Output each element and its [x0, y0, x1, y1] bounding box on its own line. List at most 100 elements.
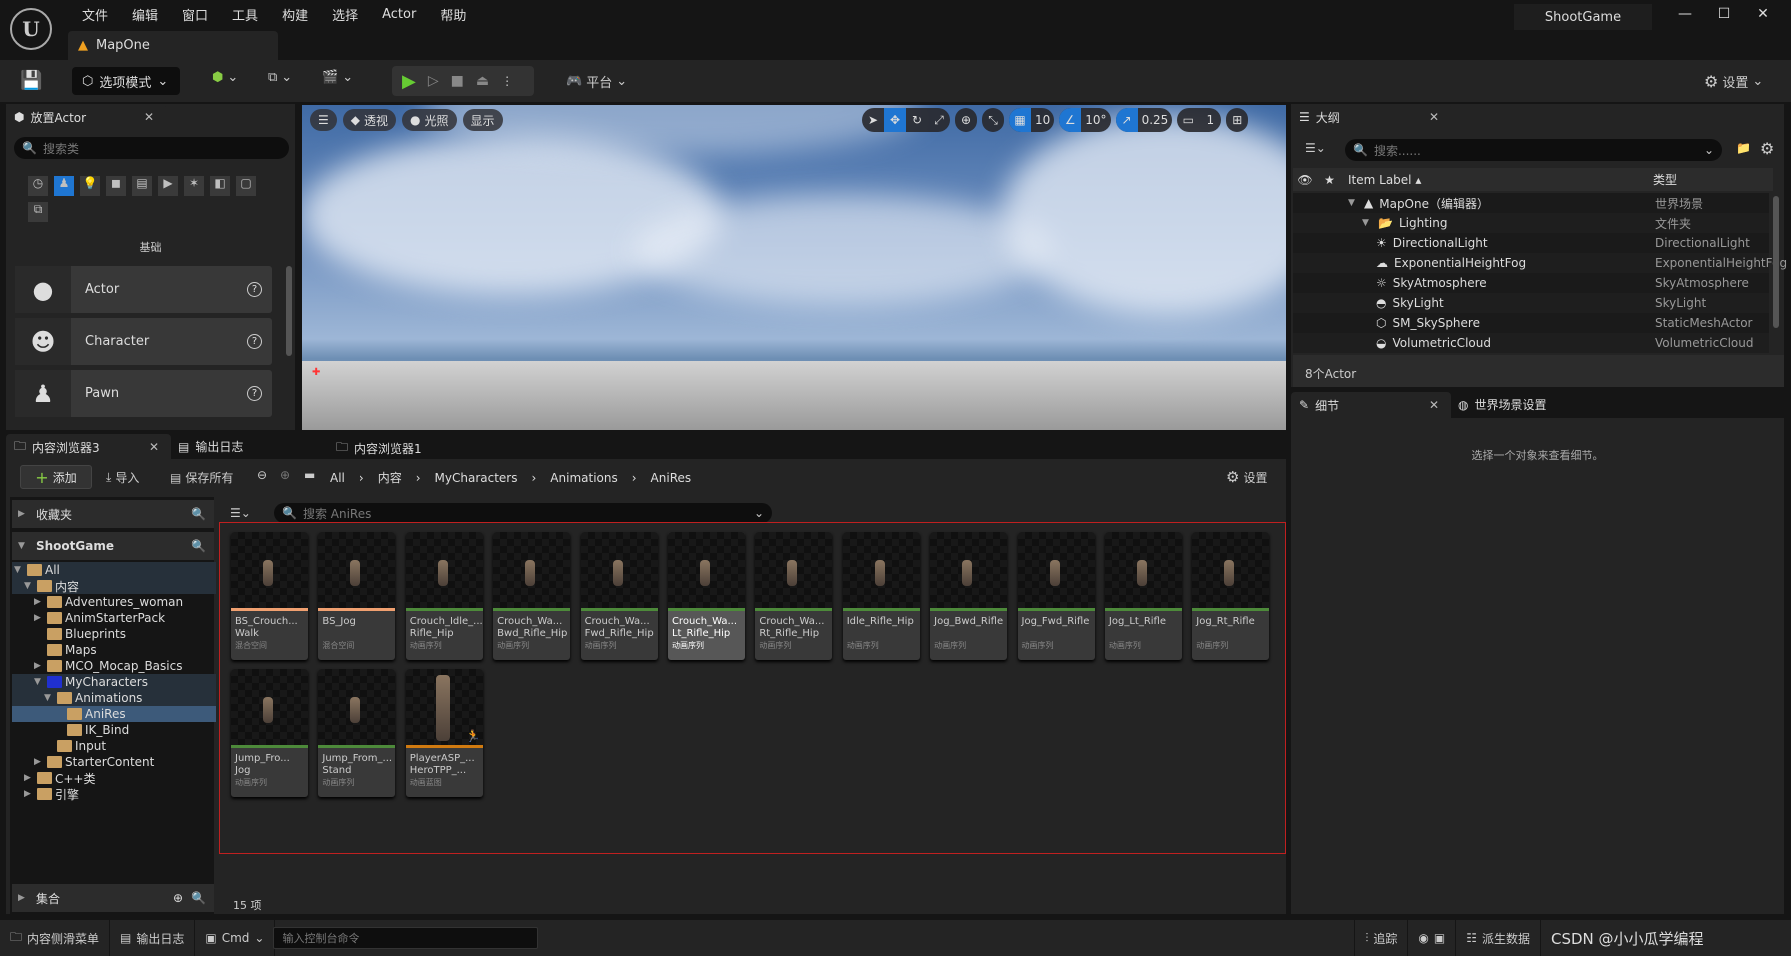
level-viewport[interactable]: ✚ ☰ ◆ 透视 ● 光照 显示 ➤ ✥ ↻ ⤢ ⊕ ⤡ ▦ 10 ∠ 10° ↗ 0.25 ▭…	[302, 105, 1286, 430]
asset-tile[interactable]: Idle_Rifle_Hip 动画序列	[842, 532, 920, 660]
column-type[interactable]: 类型	[1647, 171, 1677, 188]
expand-arrow-icon[interactable]: ▼	[44, 693, 54, 703]
star-icon[interactable]: ★	[1317, 173, 1342, 187]
move-icon[interactable]: ✥	[884, 108, 906, 132]
world-local-toggle[interactable]: ⊕	[955, 108, 977, 132]
close-icon[interactable]: ✕	[1429, 398, 1439, 412]
actor-item[interactable]: ● Actor?	[15, 266, 272, 313]
tree-folder-7[interactable]: ▼ MyCharacters	[12, 674, 216, 690]
stop-icon[interactable]: ■	[451, 73, 464, 89]
save-icon[interactable]: 💾	[20, 70, 42, 91]
tree-folder-6[interactable]: ▶ MCO_Mocap_Basics	[12, 658, 216, 674]
expand-arrow-icon[interactable]: ▶	[34, 757, 44, 767]
import-button[interactable]: ⤓ 导入	[106, 469, 139, 486]
tab-details[interactable]: ✎ 细节 ✕	[1291, 392, 1451, 418]
asset-tile[interactable]: Jog_Lt_Rifle 动画序列	[1104, 532, 1182, 660]
menu-item[interactable]: 构建	[270, 5, 320, 24]
expand-arrow-icon[interactable]: ▶	[24, 773, 34, 783]
outliner-row[interactable]: ▼ ▲ MapOne（编辑器） 世界场景	[1293, 193, 1769, 213]
shapes-icon[interactable]: ◼	[106, 176, 126, 196]
actor-item[interactable]: ♟ Pawn?	[15, 370, 272, 417]
visual-effects-icon[interactable]: ▶	[158, 176, 178, 196]
breadcrumb-item[interactable]: 内容	[378, 469, 402, 486]
content-drawer-button[interactable]: 🗀 内容侧滑菜单	[0, 920, 111, 956]
class-search-input[interactable]: 🔍 搜索类	[14, 137, 289, 159]
scrollbar[interactable]	[286, 266, 292, 356]
settings-button[interactable]: ⚙ 设置 ⌄	[1704, 72, 1763, 91]
unreal-logo[interactable]: U	[10, 8, 52, 50]
close-icon[interactable]: ✕	[1429, 110, 1439, 124]
collections-section[interactable]: ▶ 集合 ⊕ 🔍	[12, 884, 214, 912]
maximize-button[interactable]: ☐	[1711, 6, 1737, 22]
minimize-button[interactable]: —	[1672, 6, 1698, 22]
tab-content-browser-3[interactable]: 🗀 内容浏览器3 ✕	[6, 434, 171, 460]
asset-tile[interactable]: Jog_Bwd_Rifle 动画序列	[930, 532, 1008, 660]
menu-item[interactable]: Actor	[370, 7, 428, 22]
step-icon[interactable]: ▷	[428, 73, 439, 89]
tree-folder-10[interactable]: IK_Bind	[12, 722, 216, 738]
project-section[interactable]: ▼ ShootGame 🔍	[12, 532, 214, 560]
tab-world-settings[interactable]: ◍ 世界场景设置	[1458, 396, 1547, 413]
camera-speed[interactable]: ▭ 1	[1177, 108, 1222, 132]
expand-arrow-icon[interactable]: ▶	[34, 613, 44, 623]
column-item-label[interactable]: Item Label ▴	[1342, 173, 1647, 187]
menu-item[interactable]: 工具	[220, 5, 270, 24]
tab-mapone[interactable]: ▲ MapOne	[68, 31, 278, 60]
asset-tile[interactable]: Crouch_Wa... Rt_Rifle_Hip 动画序列	[755, 532, 833, 660]
tree-folder-0[interactable]: ▼ All	[12, 562, 216, 578]
menu-item[interactable]: 文件	[70, 5, 120, 24]
asset-tile[interactable]: Crouch_Wa... Fwd_Rifle_Hip 动画序列	[580, 532, 658, 660]
outliner-row[interactable]: ☼ SkyAtmosphere SkyAtmosphere	[1293, 273, 1769, 293]
tree-folder-8[interactable]: ▼ Animations	[12, 690, 216, 706]
select-icon[interactable]: ➤	[862, 108, 884, 132]
cinematic-icon[interactable]: ▤	[132, 176, 152, 196]
expand-arrow-icon[interactable]: ▼	[24, 581, 34, 591]
lights-icon[interactable]: 💡	[80, 176, 100, 196]
derived-data-button[interactable]: ☷ 派生数据	[1456, 920, 1541, 956]
lighting-button[interactable]: ● 光照	[402, 109, 457, 131]
outliner-row[interactable]: ◓ SkyLight SkyLight	[1293, 293, 1769, 313]
help-icon[interactable]: ?	[247, 282, 262, 297]
viewport-menu-button[interactable]: ☰	[310, 109, 337, 131]
filter-icon[interactable]: ☰⌄	[230, 506, 251, 520]
more-categories-icon[interactable]: ⧉	[28, 202, 48, 222]
breadcrumb-item[interactable]: All	[330, 471, 345, 485]
search-icon[interactable]: 🔍	[191, 891, 206, 905]
tree-folder-1[interactable]: ▼ 内容	[12, 578, 216, 594]
tree-folder-3[interactable]: ▶ AnimStarterPack	[12, 610, 216, 626]
console-command-input[interactable]: 输入控制台命令	[273, 927, 539, 949]
help-icon[interactable]: ?	[247, 386, 262, 401]
menu-item[interactable]: 窗口	[170, 5, 220, 24]
actor-item[interactable]: ☻ Character?	[15, 318, 272, 365]
mode-dropdown[interactable]: ⬡ 选项模式 ⌄	[72, 67, 180, 95]
outliner-row[interactable]: ☀ DirectionalLight DirectionalLight	[1293, 233, 1769, 253]
forward-icon[interactable]: ⊕	[280, 468, 290, 482]
tab-content-browser-1[interactable]: 🗀 内容浏览器1	[336, 438, 422, 459]
play-icon[interactable]: ▶	[402, 71, 416, 92]
add-actor-button[interactable]: ⬢ ⌄	[212, 70, 238, 85]
tree-folder-4[interactable]: Blueprints	[12, 626, 216, 642]
record-buttons[interactable]: ◉ ▣	[1408, 920, 1457, 956]
show-button[interactable]: 显示	[462, 109, 503, 131]
asset-tile[interactable]: BS_Jog 混合空间	[318, 532, 396, 660]
rotate-icon[interactable]: ↻	[906, 108, 928, 132]
tree-folder-12[interactable]: ▶ StarterContent	[12, 754, 216, 770]
rotation-snap[interactable]: ∠ 10°	[1059, 108, 1111, 132]
asset-tile[interactable]: BS_Crouch... Walk 混合空间	[231, 532, 308, 660]
search-icon[interactable]: 🔍	[191, 539, 206, 553]
tab-output-log[interactable]: ▤ 输出日志	[178, 438, 243, 455]
outliner-row[interactable]: ◒ VolumetricCloud VolumetricCloud	[1293, 333, 1769, 353]
save-all-button[interactable]: ▤ 保存所有	[170, 469, 233, 486]
outliner-row[interactable]: ☁ ExponentialHeightFog ExponentialHeightFo…	[1293, 253, 1787, 273]
expand-arrow-icon[interactable]: ▼	[14, 565, 24, 575]
recent-icon[interactable]: ◷	[28, 176, 48, 196]
outliner-search-input[interactable]: 🔍 搜索...... ⌄	[1345, 139, 1722, 161]
search-icon[interactable]: 🔍	[191, 507, 206, 521]
grid-snap[interactable]: ▦ 10	[1009, 108, 1055, 132]
breadcrumb-item[interactable]: AniRes	[651, 471, 692, 485]
help-icon[interactable]: ?	[247, 334, 262, 349]
blueprint-button[interactable]: ⧉ ⌄	[268, 70, 292, 85]
breadcrumb-item[interactable]: MyCharacters	[435, 471, 518, 485]
surface-snap-toggle[interactable]: ⤡	[982, 108, 1004, 132]
all-classes-icon[interactable]: ◧	[210, 176, 230, 196]
